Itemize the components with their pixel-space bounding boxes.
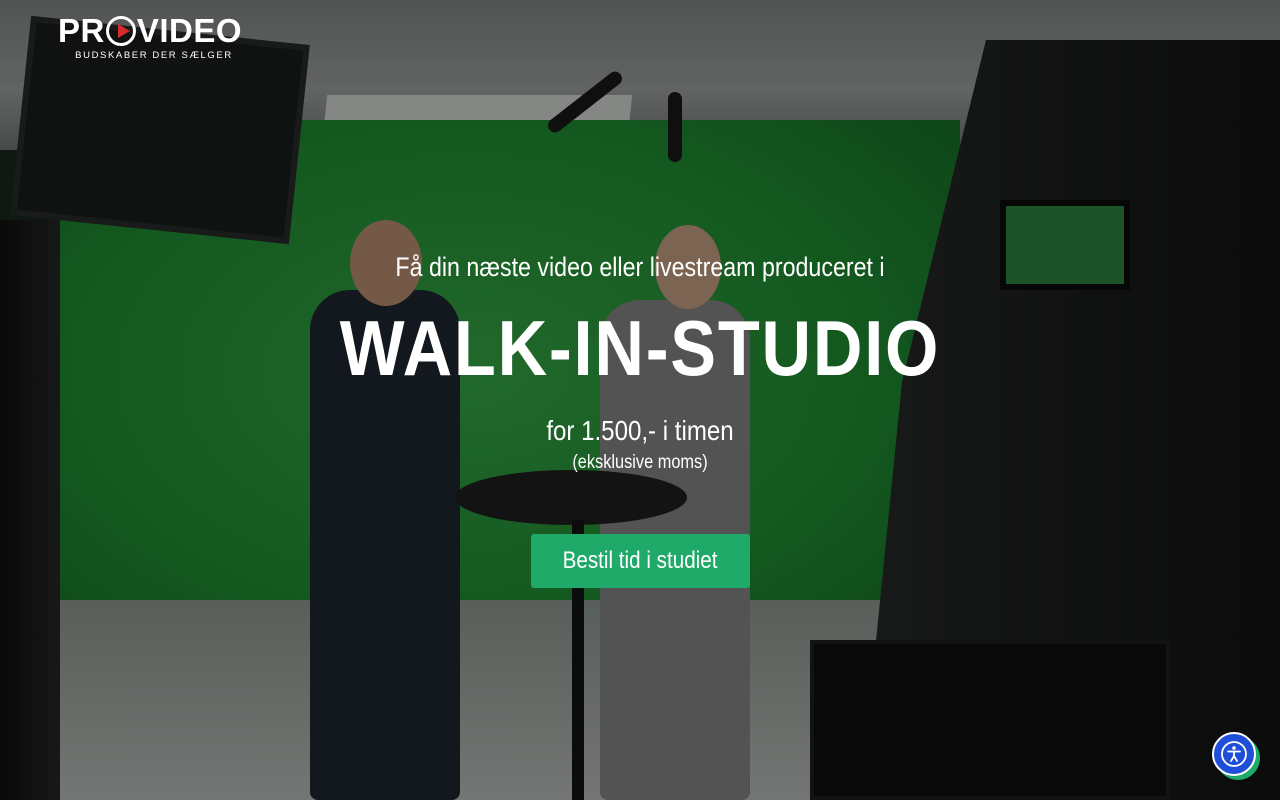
- hero-vat-note: (eksklusive moms): [572, 452, 708, 473]
- hero-intro-text: Få din næste video eller livestream prod…: [395, 252, 885, 282]
- accessibility-button[interactable]: [1212, 732, 1256, 776]
- accessibility-widget: [1212, 732, 1260, 780]
- hero-price: for 1.500,- i timen: [546, 415, 734, 446]
- accessibility-icon: [1221, 741, 1247, 767]
- book-studio-button[interactable]: Bestil tid i studiet: [531, 534, 750, 588]
- hero-section: Få din næste video eller livestream prod…: [0, 0, 1280, 800]
- book-studio-button-label: Bestil tid i studiet: [563, 547, 718, 574]
- hero-title: WALK-IN-STUDIO: [339, 304, 941, 392]
